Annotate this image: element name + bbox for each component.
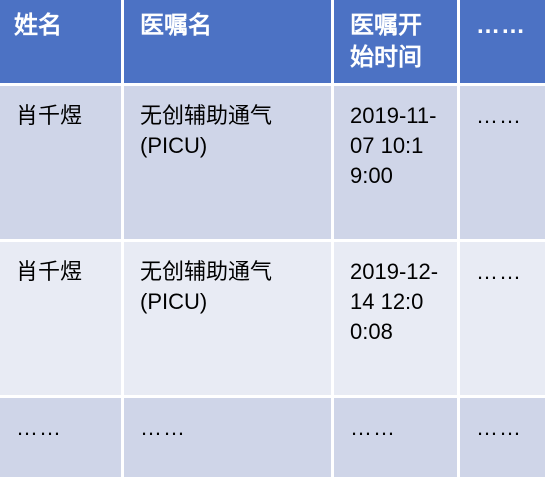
medical-order-table: 姓名 医嘱名 医嘱开始时间 …… 肖千煜 无创辅助通气(PICU) 2019-1… bbox=[0, 0, 548, 480]
header-order-name: 医嘱名 bbox=[124, 0, 334, 86]
table-row: …… …… …… …… bbox=[0, 398, 548, 480]
header-order-start-time: 医嘱开始时间 bbox=[334, 0, 460, 86]
table-row: 肖千煜 无创辅助通气(PICU) 2019-11-07 10:19:00 …… bbox=[0, 86, 548, 242]
data-table-container: 姓名 医嘱名 医嘱开始时间 …… 肖千煜 无创辅助通气(PICU) 2019-1… bbox=[0, 0, 552, 480]
table-header-row: 姓名 医嘱名 医嘱开始时间 …… bbox=[0, 0, 548, 86]
header-more: …… bbox=[460, 0, 548, 86]
cell-order-name: 无创辅助通气(PICU) bbox=[124, 242, 334, 398]
cell-name: 肖千煜 bbox=[0, 242, 124, 398]
cell-order-name: …… bbox=[124, 398, 334, 480]
table-row: 肖千煜 无创辅助通气(PICU) 2019-12-14 12:00:08 …… bbox=[0, 242, 548, 398]
cell-more: …… bbox=[460, 398, 548, 480]
cell-order-start-time: …… bbox=[334, 398, 460, 480]
cell-order-name: 无创辅助通气(PICU) bbox=[124, 86, 334, 242]
cell-more: …… bbox=[460, 242, 548, 398]
cell-order-start-time: 2019-12-14 12:00:08 bbox=[334, 242, 460, 398]
cell-name: 肖千煜 bbox=[0, 86, 124, 242]
cell-name: …… bbox=[0, 398, 124, 480]
header-name: 姓名 bbox=[0, 0, 124, 86]
cell-order-start-time: 2019-11-07 10:19:00 bbox=[334, 86, 460, 242]
cell-more: …… bbox=[460, 86, 548, 242]
